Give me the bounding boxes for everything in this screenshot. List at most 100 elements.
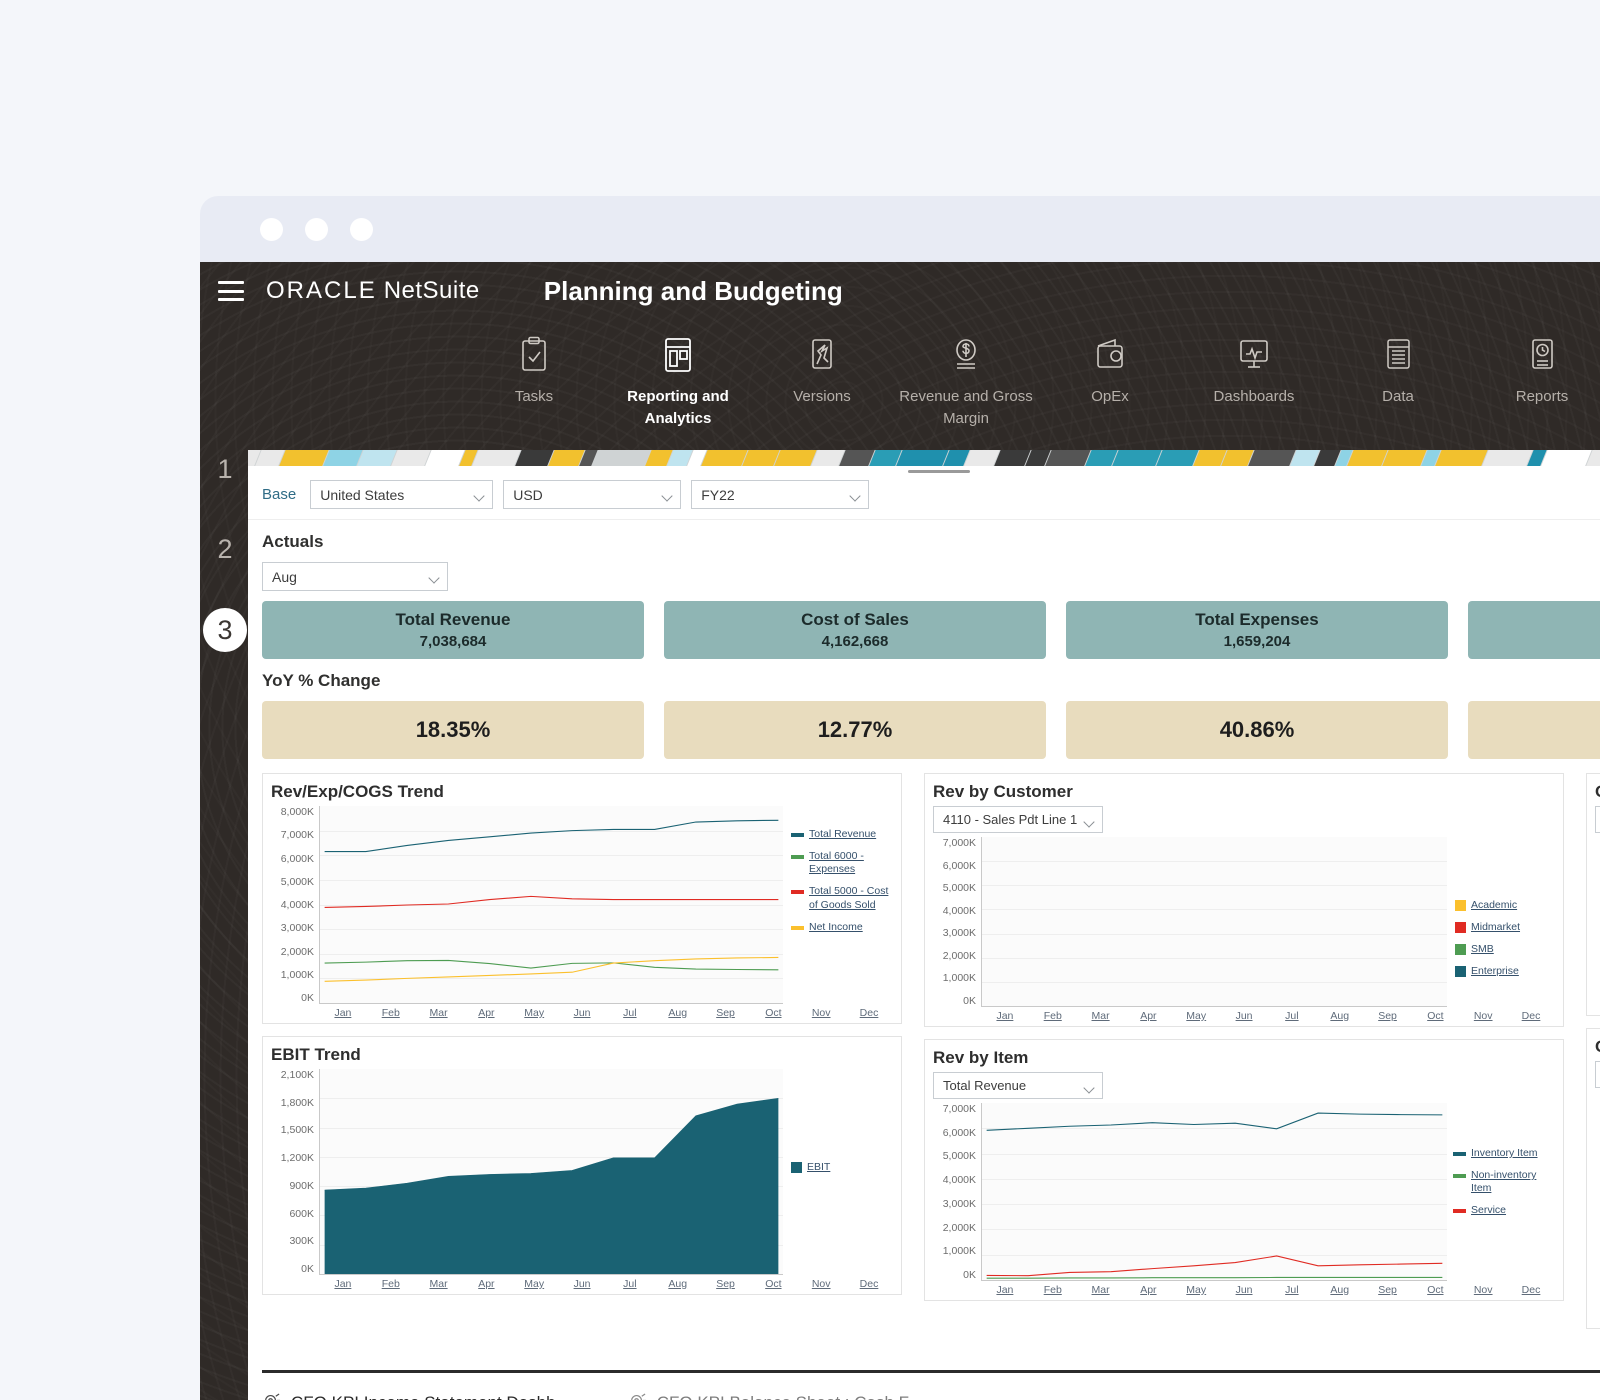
y-tick: 1,80 — [1595, 837, 1600, 849]
tab-cfo-kpi-income-statement[interactable]: CFO KPI Income Statement Dashb... — [262, 1391, 570, 1400]
wizard-step-2[interactable]: 2 — [206, 530, 244, 568]
gear-icon — [628, 1391, 647, 1400]
nav-item-reporting-and-analytics[interactable]: Reporting and Analytics — [606, 320, 750, 430]
y-tick: 60 — [1595, 953, 1600, 965]
nav-item-dashboards[interactable]: Dashboards — [1182, 320, 1326, 408]
legend-item[interactable]: Total 6000 - Expenses — [791, 850, 893, 876]
legend-label: Inventory Item — [1471, 1147, 1538, 1160]
window-close-button[interactable] — [260, 218, 283, 241]
dollar-coin-icon — [894, 332, 1038, 378]
series-line — [325, 896, 779, 907]
legend-swatch — [1453, 1152, 1466, 1156]
legend-swatch — [791, 855, 804, 859]
legend-item[interactable]: Non-inventory Item — [1453, 1169, 1555, 1195]
x-tick: Jan — [981, 1284, 1029, 1296]
yoy-card-cost-of-sales[interactable]: 12.77% — [664, 701, 1046, 759]
plot-area — [319, 1069, 783, 1275]
nav-item-reports[interactable]: Reports — [1470, 320, 1600, 408]
tab-label: CFO KPI Income Statement Dashb... — [291, 1393, 570, 1400]
chart-legend: Academic Midmarket SMB Enterprise — [1455, 899, 1520, 988]
window-minimize-button[interactable] — [305, 218, 328, 241]
x-tick: Jun — [558, 1007, 606, 1019]
legend-item[interactable]: Total 5000 - Cost of Goods Sold — [791, 885, 893, 911]
x-tick: Nov — [1459, 1010, 1507, 1022]
chart-svg — [320, 806, 783, 1003]
app-header: ORACLE NetSuite Planning and Budgeting — [200, 262, 1600, 320]
x-tick: May — [1172, 1284, 1220, 1296]
legend-item[interactable]: Academic — [1455, 899, 1520, 912]
chart-legend-container: EBIT — [783, 1069, 893, 1275]
chart-title: EBIT Trend — [271, 1045, 893, 1065]
x-tick: Mar — [1077, 1010, 1125, 1022]
nav-label-opex: OpEx — [1038, 386, 1182, 408]
nav-label-reports: Reports — [1470, 386, 1600, 408]
x-tick: Mar — [415, 1007, 463, 1019]
wizard-step-rail: 1 2 3 — [200, 450, 248, 1010]
chart-rev-exp-cogs-trend: Rev/Exp/COGS Trend 8,000K 7,000K 6,000K 5,0… — [262, 773, 902, 1024]
gear-icon — [262, 1391, 281, 1400]
wizard-step-1[interactable]: 1 — [206, 450, 244, 488]
legend-swatch — [1455, 900, 1466, 911]
kpi-card-total-revenue[interactable]: Total Revenue 7,038,684 — [262, 601, 644, 659]
currency-select[interactable]: USD — [503, 480, 681, 509]
y-tick: 1,800K — [271, 1097, 314, 1109]
nav-item-versions[interactable]: Versions — [750, 320, 894, 408]
fiscal-year-select[interactable]: FY22 — [691, 480, 869, 509]
legend-item[interactable]: Midmarket — [1455, 921, 1520, 934]
page-title: Planning and Budgeting — [544, 276, 843, 307]
tab-cfo-kpi-balance-sheet[interactable]: CFO KPI Balance Sheet : Cash F... — [628, 1391, 922, 1400]
legend-item[interactable]: Net Income — [791, 921, 893, 934]
legend-item[interactable]: Enterprise — [1455, 965, 1520, 978]
nav-item-tasks[interactable]: Tasks — [462, 320, 606, 408]
x-tick: Aug — [1316, 1010, 1364, 1022]
yoy-card-partial[interactable] — [1468, 701, 1600, 759]
kpi-card-total-expenses[interactable]: Total Expenses 1,659,204 — [1066, 601, 1448, 659]
legend-item[interactable]: EBIT — [791, 1161, 830, 1174]
legend-item[interactable]: Service — [1453, 1204, 1555, 1217]
rev-by-item-measure-select[interactable]: Total Revenue — [933, 1072, 1103, 1099]
x-tick: Feb — [1029, 1010, 1077, 1022]
x-tick: Apr — [1124, 1284, 1172, 1296]
legend-item[interactable]: Total Revenue — [791, 828, 893, 841]
rev-by-customer-account-select[interactable]: 4110 - Sales Pdt Line 1 — [933, 806, 1103, 833]
y-axis-ticks: 7,000K 6,000K 5,000K 4,000K 3,000K 2,000K 1,00… — [933, 1103, 981, 1281]
chart-ebit-trend: EBIT Trend 2,100K 1,800K 1,500K 1,200K 900K 6… — [262, 1036, 902, 1295]
y-tick: 1,500K — [271, 1124, 314, 1136]
nav-label-dashboards: Dashboards — [1182, 386, 1326, 408]
chart-rev-by-item: Rev by Item Total Revenue 7,000K 6,000K 5,… — [924, 1039, 1564, 1301]
legend-swatch — [791, 890, 804, 894]
legend-label: Enterprise — [1471, 965, 1519, 978]
month-select[interactable]: Aug — [262, 562, 448, 591]
brand-netsuite-text: NetSuite — [384, 277, 480, 304]
hamburger-icon[interactable] — [218, 281, 244, 301]
opex-bottom-select[interactable]: 60 — [1595, 1061, 1600, 1088]
x-tick: Jan — [319, 1278, 367, 1290]
nav-item-revenue-and-gross-margin[interactable]: Revenue and Gross Margin — [894, 320, 1038, 430]
window-maximize-button[interactable] — [350, 218, 373, 241]
opex-top-select[interactable]: Tot — [1595, 806, 1600, 833]
y-tick: 1,000K — [933, 972, 976, 984]
wizard-step-3[interactable]: 3 — [203, 608, 247, 652]
kpi-card-partial[interactable] — [1468, 601, 1600, 659]
legend-swatch — [1453, 1174, 1466, 1178]
country-select[interactable]: United States — [310, 480, 493, 509]
legend-item[interactable]: SMB — [1455, 943, 1520, 956]
y-tick: 2,100K — [271, 1069, 314, 1081]
dashboard-tab-bar: CFO KPI Income Statement Dashb... CFO KP… — [262, 1370, 1600, 1400]
nav-item-data[interactable]: Data — [1326, 320, 1470, 408]
x-tick: Jul — [1268, 1010, 1316, 1022]
chart-title: Rev/Exp/COGS Trend — [271, 782, 893, 802]
kpi-card-cost-of-sales[interactable]: Cost of Sales 4,162,668 — [664, 601, 1046, 659]
nav-item-opex[interactable]: OpEx — [1038, 320, 1182, 408]
yoy-card-total-expenses[interactable]: 40.86% — [1066, 701, 1448, 759]
decorative-stripe-band — [248, 450, 1600, 466]
y-tick: 3,000K — [933, 1198, 976, 1210]
yoy-card-total-revenue[interactable]: 18.35% — [262, 701, 644, 759]
legend-swatch — [1453, 1209, 1466, 1213]
panel-drag-handle[interactable] — [908, 470, 970, 473]
chart-legend: Total Revenue Total 6000 - Expenses Total … — [791, 828, 893, 943]
chart-opex-bottom-cropped: Op 60 140K120K100K80K60K40K20K0K — [1586, 1028, 1600, 1329]
kpi-value: 7,038,684 — [420, 633, 487, 650]
legend-item[interactable]: Inventory Item — [1453, 1147, 1555, 1160]
legend-label: Non-inventory Item — [1471, 1169, 1555, 1195]
